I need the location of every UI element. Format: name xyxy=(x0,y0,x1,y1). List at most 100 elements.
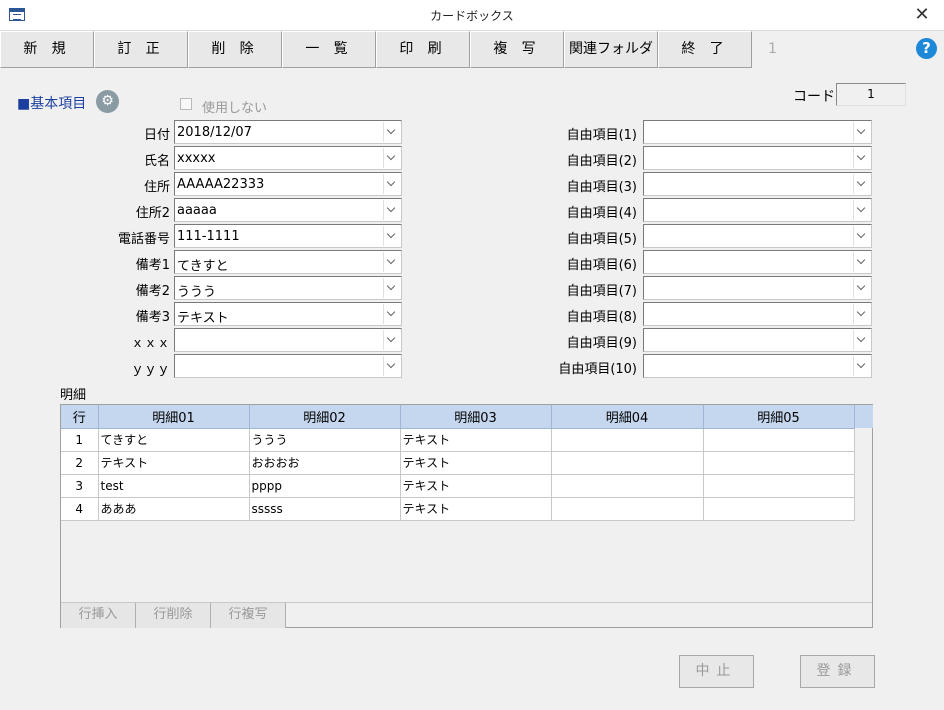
field-label-address: 住所 xyxy=(143,180,170,195)
table-cell[interactable] xyxy=(703,474,855,498)
table-row[interactable]: 4 あああ sssss テキスト xyxy=(61,497,855,521)
note1-combo[interactable]: てきすと xyxy=(174,250,402,274)
free-item-combo-3[interactable] xyxy=(643,172,872,196)
unused-label: 使用しない xyxy=(202,101,268,116)
chevron-down-icon[interactable] xyxy=(853,330,870,350)
list-button[interactable]: 一 覧 xyxy=(282,31,376,68)
unused-checkbox[interactable] xyxy=(180,98,192,110)
phone-value: 111-1111 xyxy=(177,229,240,244)
table-cell[interactable] xyxy=(551,497,704,521)
cancel-button[interactable]: 中止 xyxy=(679,655,754,688)
table-cell[interactable]: テキスト xyxy=(98,451,250,475)
chevron-down-icon[interactable] xyxy=(383,304,400,324)
note3-combo[interactable]: テキスト xyxy=(174,302,402,326)
table-cell[interactable] xyxy=(703,497,855,521)
close-button[interactable]: ✕ xyxy=(908,3,936,27)
free-item-combo-4[interactable] xyxy=(643,198,872,222)
chevron-down-icon[interactable] xyxy=(853,278,870,298)
free-item-combo-9[interactable] xyxy=(643,328,872,352)
delete-row-button[interactable]: 行削除 xyxy=(136,603,211,628)
chevron-down-icon[interactable] xyxy=(853,252,870,272)
free-item-combo-6[interactable] xyxy=(643,250,872,274)
table-row[interactable]: 1 てきすと ううう テキスト xyxy=(61,428,855,452)
table-cell[interactable] xyxy=(551,474,704,498)
chevron-down-icon[interactable] xyxy=(383,174,400,194)
table-cell[interactable]: sssss xyxy=(249,497,401,521)
xxx-combo[interactable] xyxy=(174,328,402,352)
table-cell[interactable]: てきすと xyxy=(98,428,250,452)
free-item-combo-7[interactable] xyxy=(643,276,872,300)
row-index: 1 xyxy=(61,428,99,452)
free-item-label-1: 自由項目(1) xyxy=(566,128,637,143)
address2-value: aaaaa xyxy=(177,203,217,218)
table-cell[interactable]: テキスト xyxy=(400,474,552,498)
chevron-down-icon[interactable] xyxy=(383,278,400,298)
chevron-down-icon[interactable] xyxy=(383,252,400,272)
free-item-combo-8[interactable] xyxy=(643,302,872,326)
col-header-detail01[interactable]: 明細01 xyxy=(98,405,250,429)
insert-row-button[interactable]: 行挿入 xyxy=(61,603,136,628)
col-header-detail03[interactable]: 明細03 xyxy=(400,405,552,429)
print-button[interactable]: 印 刷 xyxy=(376,31,470,68)
chevron-down-icon[interactable] xyxy=(853,148,870,168)
chevron-down-icon[interactable] xyxy=(383,356,400,376)
table-cell[interactable] xyxy=(703,451,855,475)
name-value: xxxxx xyxy=(177,151,216,166)
table-cell[interactable] xyxy=(703,428,855,452)
table-cell[interactable]: テキスト xyxy=(400,497,552,521)
table-cell[interactable]: テキスト xyxy=(400,451,552,475)
col-header-detail04[interactable]: 明細04 xyxy=(551,405,704,429)
grid-header-spacer xyxy=(854,405,873,428)
note1-value: てきすと xyxy=(177,259,229,274)
chevron-down-icon[interactable] xyxy=(853,174,870,194)
table-cell[interactable] xyxy=(551,451,704,475)
address-value: AAAAA22333 xyxy=(177,177,265,192)
table-cell[interactable]: テキスト xyxy=(400,428,552,452)
free-item-combo-10[interactable] xyxy=(643,354,872,378)
note2-combo[interactable]: ううう xyxy=(174,276,402,300)
table-cell[interactable]: あああ xyxy=(98,497,250,521)
delete-button[interactable]: 削 除 xyxy=(188,31,282,68)
table-header-row: 行 明細01 明細02 明細03 明細04 明細05 xyxy=(61,405,855,429)
note2-value: ううう xyxy=(177,285,217,300)
free-item-combo-5[interactable] xyxy=(643,224,872,248)
chevron-down-icon[interactable] xyxy=(383,122,400,142)
help-icon[interactable]: ? xyxy=(916,38,937,59)
copy-row-button[interactable]: 行複写 xyxy=(211,603,286,628)
col-header-detail02[interactable]: 明細02 xyxy=(249,405,401,429)
chevron-down-icon[interactable] xyxy=(383,226,400,246)
free-item-combo-1[interactable] xyxy=(643,120,872,144)
free-item-combo-2[interactable] xyxy=(643,146,872,170)
chevron-down-icon[interactable] xyxy=(383,330,400,350)
table-cell[interactable]: pppp xyxy=(249,474,401,498)
chevron-down-icon[interactable] xyxy=(853,200,870,220)
address-combo[interactable]: AAAAA22333 xyxy=(174,172,402,196)
date-combo[interactable]: 2018/12/07 xyxy=(174,120,402,144)
chevron-down-icon[interactable] xyxy=(853,356,870,376)
table-cell[interactable] xyxy=(551,428,704,452)
exit-button[interactable]: 終 了 xyxy=(658,31,752,68)
table-row[interactable]: 2 テキスト おおおお テキスト xyxy=(61,451,855,475)
col-header-detail05[interactable]: 明細05 xyxy=(703,405,855,429)
copy-button[interactable]: 複 写 xyxy=(470,31,564,68)
free-item-label-2: 自由項目(2) xyxy=(566,154,637,169)
chevron-down-icon[interactable] xyxy=(853,226,870,246)
gear-icon[interactable]: ⚙ xyxy=(96,90,119,113)
chevron-down-icon[interactable] xyxy=(383,200,400,220)
new-button[interactable]: 新 規 xyxy=(0,31,94,68)
chevron-down-icon[interactable] xyxy=(853,304,870,324)
yyy-combo[interactable] xyxy=(174,354,402,378)
chevron-down-icon[interactable] xyxy=(383,148,400,168)
name-combo[interactable]: xxxxx xyxy=(174,146,402,170)
register-button[interactable]: 登録 xyxy=(800,655,875,688)
col-header-row[interactable]: 行 xyxy=(61,405,99,429)
address2-combo[interactable]: aaaaa xyxy=(174,198,402,222)
edit-button[interactable]: 訂 正 xyxy=(94,31,188,68)
table-cell[interactable]: test xyxy=(98,474,250,498)
table-cell[interactable]: おおおお xyxy=(249,451,401,475)
table-row[interactable]: 3 test pppp テキスト xyxy=(61,474,855,498)
chevron-down-icon[interactable] xyxy=(853,122,870,142)
table-cell[interactable]: ううう xyxy=(249,428,401,452)
phone-combo[interactable]: 111-1111 xyxy=(174,224,402,248)
related-folder-button[interactable]: 関連フォルダ xyxy=(564,31,658,68)
